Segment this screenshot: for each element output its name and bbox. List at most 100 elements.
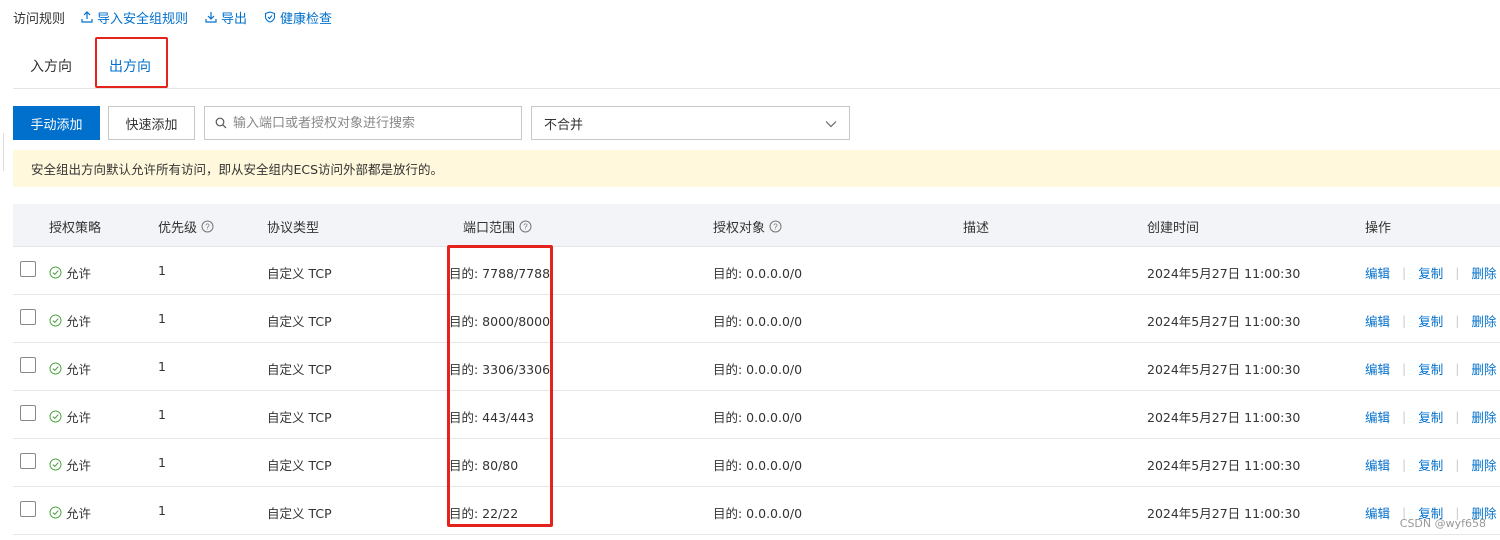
action-separator: | bbox=[1455, 409, 1460, 424]
row-actions: 编辑 | 复制 | 删除 bbox=[1365, 359, 1496, 378]
target-cell: 目的: 0.0.0.0/0 bbox=[713, 362, 803, 377]
col-description: 描述 bbox=[963, 217, 989, 236]
policy-label: 允许 bbox=[66, 506, 92, 521]
copy-link[interactable]: 复制 bbox=[1418, 311, 1443, 330]
quick-add-button[interactable]: 快速添加 bbox=[108, 106, 195, 140]
svg-text:?: ? bbox=[523, 223, 528, 232]
page-header: 访问规则 导入安全组规则 导出 健康检查 bbox=[13, 6, 349, 28]
page-title: 访问规则 bbox=[13, 11, 66, 27]
row-checkbox[interactable] bbox=[20, 453, 36, 469]
target-cell: 目的: 0.0.0.0/0 bbox=[713, 458, 803, 473]
target-cell: 目的: 0.0.0.0/0 bbox=[713, 314, 803, 329]
col-priority: 优先级 ? bbox=[158, 217, 214, 236]
created-time-cell: 2024年5月27日 11:00:30 bbox=[1147, 458, 1301, 473]
shield-check-icon bbox=[264, 11, 276, 23]
table-row: 允许 1 自定义 TCP 目的: 443/443 目的: 0.0.0.0/0 2024年5… bbox=[13, 391, 1500, 439]
help-icon[interactable]: ? bbox=[201, 220, 214, 233]
delete-link[interactable]: 删除 bbox=[1471, 455, 1496, 474]
action-separator: | bbox=[1402, 409, 1407, 424]
protocol-cell: 自定义 TCP bbox=[267, 266, 332, 281]
col-port-label: 端口范围 bbox=[463, 221, 516, 236]
priority-cell: 1 bbox=[158, 455, 166, 470]
edit-link[interactable]: 编辑 bbox=[1365, 263, 1390, 282]
col-target-label: 授权对象 bbox=[713, 221, 766, 236]
delete-link[interactable]: 删除 bbox=[1471, 407, 1496, 426]
col-port: 端口范围 ? bbox=[463, 217, 532, 236]
policy-cell: 允许 bbox=[49, 359, 91, 378]
delete-link[interactable]: 删除 bbox=[1471, 263, 1496, 282]
table-header: 授权策略 优先级 ? 协议类型 端口范围 ? 授权对象 ? 描述 创建时间 操作 bbox=[13, 204, 1500, 247]
policy-cell: 允许 bbox=[49, 263, 91, 282]
col-created: 创建时间 bbox=[1147, 217, 1199, 236]
edit-link[interactable]: 编辑 bbox=[1365, 407, 1390, 426]
created-time-cell: 2024年5月27日 11:00:30 bbox=[1147, 506, 1301, 521]
protocol-cell: 自定义 TCP bbox=[267, 410, 332, 425]
copy-link[interactable]: 复制 bbox=[1418, 455, 1443, 474]
row-actions: 编辑 | 复制 | 删除 bbox=[1365, 263, 1496, 282]
search-box[interactable] bbox=[204, 106, 522, 140]
edit-link[interactable]: 编辑 bbox=[1365, 503, 1390, 522]
search-input[interactable] bbox=[233, 115, 503, 131]
manual-add-button[interactable]: 手动添加 bbox=[13, 106, 100, 140]
priority-cell: 1 bbox=[158, 311, 166, 326]
priority-cell: 1 bbox=[158, 407, 166, 422]
table-row: 允许 1 自定义 TCP 目的: 80/80 目的: 0.0.0.0/0 2024年5月2… bbox=[13, 439, 1500, 487]
check-circle-icon bbox=[49, 314, 62, 327]
export-link[interactable]: 导出 bbox=[205, 8, 247, 27]
download-icon bbox=[205, 12, 217, 23]
outbound-tab-annotation-box bbox=[95, 37, 168, 88]
rules-table: 授权策略 优先级 ? 协议类型 端口范围 ? 授权对象 ? 描述 创建时间 操作… bbox=[13, 204, 1500, 535]
edit-link[interactable]: 编辑 bbox=[1365, 455, 1390, 474]
protocol-cell: 自定义 TCP bbox=[267, 314, 332, 329]
col-created-label: 创建时间 bbox=[1147, 221, 1200, 236]
col-priority-label: 优先级 bbox=[158, 221, 198, 236]
direction-tabs: 入方向 出方向 bbox=[13, 44, 1500, 89]
action-separator: | bbox=[1455, 361, 1460, 376]
copy-link[interactable]: 复制 bbox=[1418, 263, 1443, 282]
col-actions: 操作 bbox=[1365, 217, 1391, 236]
table-row: 允许 1 自定义 TCP 目的: 22/22 目的: 0.0.0.0/0 2024年5月2… bbox=[13, 487, 1500, 535]
tab-inbound[interactable]: 入方向 bbox=[30, 56, 72, 76]
delete-link[interactable]: 删除 bbox=[1471, 311, 1496, 330]
row-actions: 编辑 | 复制 | 删除 bbox=[1365, 455, 1496, 474]
action-separator: | bbox=[1402, 313, 1407, 328]
protocol-cell: 自定义 TCP bbox=[267, 506, 332, 521]
row-checkbox[interactable] bbox=[20, 501, 36, 517]
row-checkbox[interactable] bbox=[20, 261, 36, 277]
outbound-notice: 安全组出方向默认允许所有访问，即从安全组内ECS访问外部都是放行的。 bbox=[13, 150, 1500, 187]
protocol-cell: 自定义 TCP bbox=[267, 458, 332, 473]
row-checkbox[interactable] bbox=[20, 405, 36, 421]
upload-icon bbox=[81, 11, 93, 23]
target-cell: 目的: 0.0.0.0/0 bbox=[713, 266, 803, 281]
row-checkbox[interactable] bbox=[20, 309, 36, 325]
merge-select[interactable]: 不合并 bbox=[531, 106, 850, 140]
edit-link[interactable]: 编辑 bbox=[1365, 311, 1390, 330]
edit-link[interactable]: 编辑 bbox=[1365, 359, 1390, 378]
check-circle-icon bbox=[49, 506, 62, 519]
check-circle-icon bbox=[49, 266, 62, 279]
copy-link[interactable]: 复制 bbox=[1418, 407, 1443, 426]
check-circle-icon bbox=[49, 458, 62, 471]
col-target: 授权对象 ? bbox=[713, 217, 782, 236]
policy-label: 允许 bbox=[66, 410, 92, 425]
health-check-link[interactable]: 健康检查 bbox=[264, 8, 332, 27]
import-rules-link[interactable]: 导入安全组规则 bbox=[81, 8, 188, 27]
action-separator: | bbox=[1402, 361, 1407, 376]
policy-cell: 允许 bbox=[49, 311, 91, 330]
priority-cell: 1 bbox=[158, 263, 166, 278]
svg-text:?: ? bbox=[205, 223, 210, 232]
watermark: CSDN @wyf658 bbox=[1399, 517, 1486, 530]
import-rules-label: 导入安全组规则 bbox=[97, 11, 189, 27]
copy-link[interactable]: 复制 bbox=[1418, 359, 1443, 378]
help-icon[interactable]: ? bbox=[519, 220, 532, 233]
delete-link[interactable]: 删除 bbox=[1471, 359, 1496, 378]
left-edge-divider bbox=[0, 133, 4, 171]
policy-label: 允许 bbox=[66, 266, 92, 281]
check-circle-icon bbox=[49, 410, 62, 423]
port-range-annotation-box bbox=[447, 245, 553, 527]
col-description-label: 描述 bbox=[963, 221, 990, 236]
col-policy-label: 授权策略 bbox=[49, 221, 102, 236]
row-checkbox[interactable] bbox=[20, 357, 36, 373]
help-icon[interactable]: ? bbox=[769, 220, 782, 233]
search-icon bbox=[215, 117, 227, 129]
